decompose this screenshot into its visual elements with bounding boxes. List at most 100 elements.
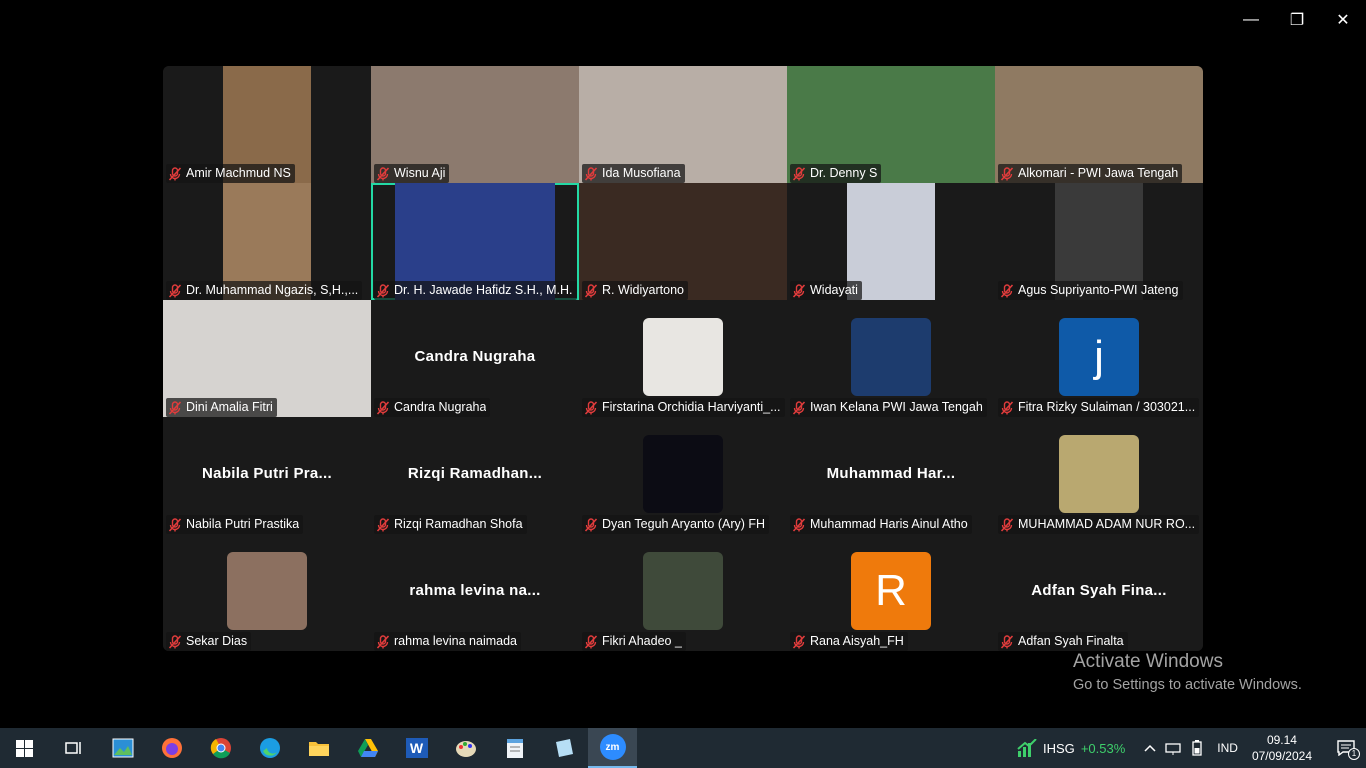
participant-name-label: Nabila Putri Prastika	[166, 515, 304, 534]
participant-tile[interactable]: Rizqi Ramadhan... Rizqi Ramadhan Shofa	[371, 417, 579, 534]
paint-icon	[455, 741, 476, 757]
participant-tile[interactable]: Amir Machmud NS	[163, 66, 371, 183]
firefox-icon	[161, 738, 182, 758]
participant-name: Wisnu Aji	[394, 166, 446, 180]
close-button[interactable]: ✕	[1320, 0, 1366, 40]
network-icon	[1165, 743, 1181, 755]
show-hidden-icons-button[interactable]	[1139, 744, 1161, 752]
participant-tile[interactable]: Dr. H. Jawade Hafidz S.H., M.H.	[371, 183, 579, 300]
participant-tile[interactable]: Agus Supriyanto-PWI Jateng	[995, 183, 1203, 300]
mic-muted-icon	[376, 166, 390, 181]
profile-picture	[227, 552, 307, 630]
participant-name: Dyan Teguh Aryanto (Ary) FH	[602, 517, 766, 531]
participant-tile[interactable]: Iwan Kelana PWI Jawa Tengah	[787, 300, 995, 417]
participant-tile[interactable]: Fikri Ahadeo _	[579, 534, 787, 651]
participant-tile[interactable]: MUHAMMAD ADAM NUR RO...	[995, 417, 1203, 534]
participant-tile[interactable]: Alkomari - PWI Jawa Tengah	[995, 66, 1203, 183]
participant-name: MUHAMMAD ADAM NUR RO...	[1018, 517, 1196, 531]
participant-name: Widayati	[810, 283, 858, 297]
participant-display-name: rahma levina na...	[409, 582, 541, 599]
participant-tile[interactable]: Dini Amalia Fitri	[163, 300, 371, 417]
watermark-subtitle: Go to Settings to activate Windows.	[1073, 677, 1302, 693]
participant-tile[interactable]: Sekar Dias	[163, 534, 371, 651]
clock[interactable]: 09.14 07/09/2024	[1252, 732, 1312, 764]
participant-display-name: Nabila Putri Pra...	[202, 465, 332, 482]
notepad-app[interactable]	[490, 728, 539, 768]
stock-widget[interactable]: IHSG +0.53%	[1017, 739, 1125, 757]
battery-button[interactable]	[1185, 740, 1209, 756]
participant-name: Candra Nugraha	[394, 400, 487, 414]
participant-name-label: Dr. H. Jawade Hafidz S.H., M.H.	[374, 281, 577, 300]
participant-name: Alkomari - PWI Jawa Tengah	[1018, 166, 1179, 180]
participant-name: Muhammad Haris Ainul Atho	[810, 517, 968, 531]
participant-tile[interactable]: rahma levina na... rahma levina naimada	[371, 534, 579, 651]
mic-muted-icon	[792, 634, 806, 649]
photos-icon	[112, 738, 133, 758]
mic-muted-icon	[584, 400, 598, 415]
participant-name-label: Dini Amalia Fitri	[166, 398, 277, 417]
participant-tile[interactable]: j Fitra Rizky Sulaiman / 303021...	[995, 300, 1203, 417]
participant-tile[interactable]: Nabila Putri Pra... Nabila Putri Prastika	[163, 417, 371, 534]
participant-name: rahma levina naimada	[394, 634, 517, 648]
participant-name-label: Iwan Kelana PWI Jawa Tengah	[790, 398, 987, 417]
participant-name-label: Dyan Teguh Aryanto (Ary) FH	[582, 515, 770, 534]
chrome-app[interactable]	[196, 728, 245, 768]
participant-tile[interactable]: Dr. Muhammad Ngazis, S,H.,...	[163, 183, 371, 300]
start-button[interactable]	[0, 728, 49, 768]
participant-tile[interactable]: Firstarina Orchidia Harviyanti_...	[579, 300, 787, 417]
participant-name-label: R. Widiyartono	[582, 281, 688, 300]
edge-app[interactable]	[245, 728, 294, 768]
participant-tile[interactable]: Widayati	[787, 183, 995, 300]
network-button[interactable]	[1161, 741, 1185, 755]
word-app[interactable]: W	[392, 728, 441, 768]
avatar: j	[1059, 318, 1139, 396]
participant-tile[interactable]: Dyan Teguh Aryanto (Ary) FH	[579, 417, 787, 534]
participant-name: Fitra Rizky Sulaiman / 303021...	[1018, 400, 1196, 414]
participant-display-name: Muhammad Har...	[826, 465, 956, 482]
participant-tile[interactable]: Adfan Syah Fina... Adfan Syah Finalta	[995, 534, 1203, 651]
participant-name-label: Fikri Ahadeo _	[582, 632, 686, 651]
language-indicator[interactable]: IND	[1217, 741, 1238, 755]
profile-picture	[643, 435, 723, 513]
participant-tile[interactable]: R. Widiyartono	[579, 183, 787, 300]
participant-name-label: Fitra Rizky Sulaiman / 303021...	[998, 398, 1200, 417]
restore-button[interactable]: ❐	[1274, 0, 1320, 40]
participant-name-label: Widayati	[790, 281, 862, 300]
participant-name: Amir Machmud NS	[186, 166, 291, 180]
mic-muted-icon	[168, 517, 182, 532]
sticky-icon	[555, 739, 573, 757]
chrome-icon	[210, 738, 231, 759]
paint-app[interactable]	[441, 728, 490, 768]
participant-name-label: rahma levina naimada	[374, 632, 521, 651]
participant-tile[interactable]: Muhammad Har... Muhammad Haris Ainul Atho	[787, 417, 995, 534]
photos-app[interactable]	[98, 728, 147, 768]
participant-name-label: Muhammad Haris Ainul Atho	[790, 515, 972, 534]
task-view-icon	[64, 742, 81, 754]
participant-name-label: Dr. Muhammad Ngazis, S,H.,...	[166, 281, 363, 300]
edge-icon	[259, 738, 280, 758]
notification-center-button[interactable]: 1	[1326, 728, 1366, 768]
task-view-button[interactable]	[49, 728, 98, 768]
mic-muted-icon	[584, 166, 598, 181]
participant-tile[interactable]: Dr. Denny S	[787, 66, 995, 183]
firefox-app[interactable]	[147, 728, 196, 768]
participant-name-label: Agus Supriyanto-PWI Jateng	[998, 281, 1183, 300]
mic-muted-icon	[792, 517, 806, 532]
stock-change: +0.53%	[1080, 740, 1126, 756]
participant-tile[interactable]: Wisnu Aji	[371, 66, 579, 183]
participant-tile[interactable]: Ida Musofiana	[579, 66, 787, 183]
mic-muted-icon	[1000, 283, 1014, 298]
file-explorer-app[interactable]	[294, 728, 343, 768]
mic-muted-icon	[584, 283, 598, 298]
sticky-notes-app[interactable]	[539, 728, 588, 768]
mic-muted-icon	[792, 166, 806, 181]
zoom-icon: zm	[599, 734, 626, 760]
minimize-button[interactable]: —	[1228, 0, 1274, 40]
watermark-title: Activate Windows	[1073, 651, 1223, 672]
participant-tile[interactable]: R Rana Aisyah_FH	[787, 534, 995, 651]
participant-name-label: Firstarina Orchidia Harviyanti_...	[582, 398, 785, 417]
participant-tile[interactable]: Candra Nugraha Candra Nugraha	[371, 300, 579, 417]
zoom-app[interactable]: zm	[588, 728, 637, 768]
participant-name-label: Rana Aisyah_FH	[790, 632, 908, 651]
google-drive-app[interactable]	[343, 728, 392, 768]
